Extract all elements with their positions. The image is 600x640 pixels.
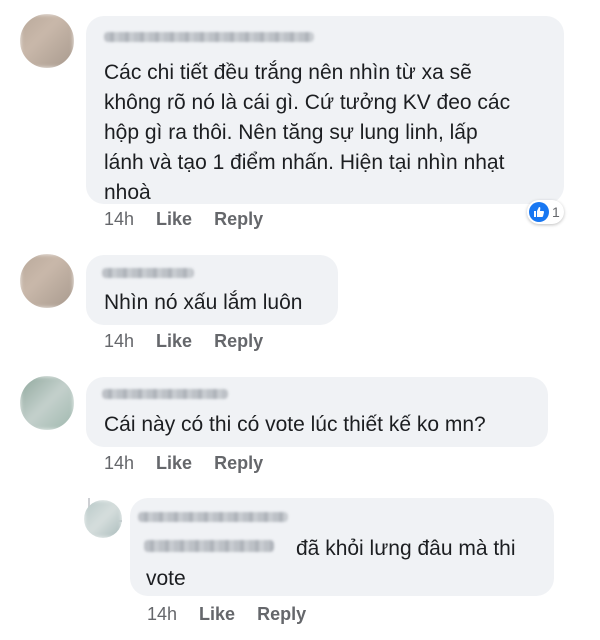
reaction-badge[interactable]: 1 bbox=[527, 200, 564, 224]
like-button[interactable]: Like bbox=[199, 604, 235, 624]
reply-button[interactable]: Reply bbox=[214, 331, 263, 351]
reaction-count: 1 bbox=[552, 204, 560, 220]
like-icon bbox=[529, 202, 549, 222]
like-button[interactable]: Like bbox=[156, 331, 192, 351]
commenter-name[interactable] bbox=[102, 389, 228, 399]
timestamp[interactable]: 14h bbox=[104, 209, 134, 229]
reply-button[interactable]: Reply bbox=[257, 604, 306, 624]
comment-text: Các chi tiết đều trắng nên nhìn từ xa sẽ… bbox=[104, 61, 511, 204]
timestamp[interactable]: 14h bbox=[104, 453, 134, 473]
comment-meta: 14h Like Reply bbox=[104, 331, 285, 352]
comment-bubble: Cái này có thi có vote lúc thiết kế ko m… bbox=[86, 377, 548, 447]
reply-button[interactable]: Reply bbox=[214, 453, 263, 473]
reply-button[interactable]: Reply bbox=[214, 209, 263, 229]
comment-bubble: Nhìn nó xấu lắm luôn bbox=[86, 255, 338, 325]
comment-bubble: đã khỏi lưng đâu mà thi vote bbox=[130, 498, 554, 596]
like-button[interactable]: Like bbox=[156, 453, 192, 473]
commenter-name[interactable] bbox=[104, 32, 314, 42]
avatar[interactable] bbox=[20, 376, 74, 430]
avatar[interactable] bbox=[20, 254, 74, 308]
avatar[interactable] bbox=[20, 14, 74, 68]
comment-meta: 14h Like Reply bbox=[147, 604, 328, 625]
comment-meta: 14h Like Reply bbox=[104, 209, 285, 230]
timestamp[interactable]: 14h bbox=[104, 331, 134, 351]
avatar[interactable] bbox=[84, 500, 122, 538]
commenter-name[interactable] bbox=[102, 268, 194, 278]
commenter-name[interactable] bbox=[138, 512, 288, 522]
comment-text: đã khỏi lưng đâu mà thi vote bbox=[146, 537, 516, 590]
timestamp[interactable]: 14h bbox=[147, 604, 177, 624]
comment-meta: 14h Like Reply bbox=[104, 453, 285, 474]
comment-bubble: Các chi tiết đều trắng nên nhìn từ xa sẽ… bbox=[86, 16, 564, 204]
comment-text: Nhìn nó xấu lắm luôn bbox=[104, 291, 303, 314]
like-button[interactable]: Like bbox=[156, 209, 192, 229]
comment-text: Cái này có thi có vote lúc thiết kế ko m… bbox=[104, 413, 486, 436]
